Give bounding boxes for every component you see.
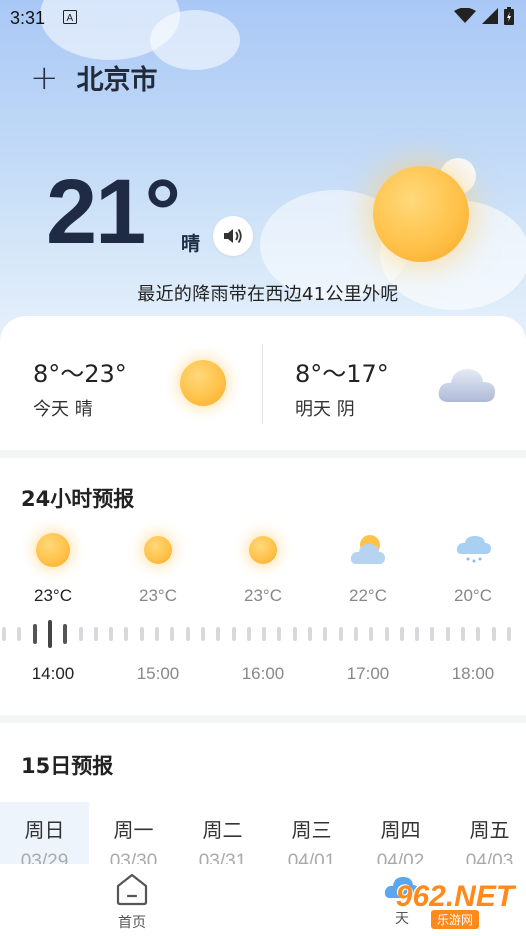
slider-tick <box>476 627 480 641</box>
status-time: 3:31 <box>10 7 46 28</box>
today-summary[interactable]: 8°～23° 今天 晴 <box>0 316 262 452</box>
keyboard-indicator-icon: A <box>63 8 78 29</box>
hour-time: 18:00 <box>451 664 495 683</box>
section-gap <box>0 450 526 458</box>
forecast15-title: 15日预报 <box>21 754 114 778</box>
hour-temp: 23°C <box>139 586 177 605</box>
watermark-text: 962.NET <box>395 879 515 913</box>
hour-time: 14:00 <box>31 664 75 683</box>
tomorrow-label: 明天 阴 <box>295 399 355 420</box>
hour-temp: 23°C <box>244 586 282 605</box>
slider-tick <box>109 627 113 641</box>
forecast-day-name: 周日 <box>24 818 65 842</box>
nav-home[interactable]: 首页 <box>102 872 162 932</box>
slider-tick <box>247 627 251 641</box>
watermark-logo: 962.NET 乐游网 <box>388 876 522 932</box>
status-bar: 3:31 A <box>0 0 526 36</box>
sun-icon <box>249 536 277 564</box>
slider-tick <box>140 627 144 641</box>
forecast-day-name: 周五 <box>469 818 510 842</box>
slider-tick <box>415 627 419 641</box>
tomorrow-range: 8°～17° <box>295 360 389 388</box>
forecast-day-name: 周三 <box>291 818 332 842</box>
forecast-day[interactable]: 周二 03/31 <box>178 802 267 872</box>
hour-time: 15:00 <box>136 664 180 683</box>
slider-tick <box>2 627 6 641</box>
slider-tick <box>33 624 37 644</box>
sun-icon <box>180 360 226 406</box>
slider-tick <box>354 627 358 641</box>
slider-tick <box>63 624 67 644</box>
slider-tick <box>385 627 389 641</box>
sun-icon <box>373 166 469 262</box>
cloud-snow-icon <box>456 536 491 563</box>
tomorrow-summary[interactable]: 8°～17° 明天 阴 <box>263 316 526 452</box>
forecast-day[interactable]: 周五 04/03 <box>445 802 526 872</box>
hour-temp: 20°C <box>454 586 492 605</box>
daily-summary-card: 8°～23° 今天 晴 8°～17° 明天 阴 <box>0 316 526 452</box>
slider-tick <box>400 627 404 641</box>
slider-tick <box>262 627 266 641</box>
speaker-icon <box>224 228 242 244</box>
slider-tick <box>170 627 174 641</box>
forecast-day-name: 周四 <box>380 818 421 842</box>
slider-tick <box>17 627 21 641</box>
slider-tick <box>323 627 327 641</box>
slider-tick <box>308 627 312 641</box>
hour-temp: 23°C <box>34 586 72 605</box>
cloud-icon <box>438 369 495 402</box>
forecast-day-name: 周二 <box>202 818 243 842</box>
slider-tick <box>216 627 220 641</box>
slider-tick <box>293 627 297 641</box>
slider-tick <box>155 627 159 641</box>
hour-time: 16:00 <box>241 664 285 683</box>
slider-tick <box>339 627 343 641</box>
rain-note: 最近的降雨带在西边41公里外呢 <box>137 284 399 305</box>
battery-charging-icon <box>504 6 514 30</box>
forecast-day-name: 周一 <box>113 818 154 842</box>
slider-tick <box>446 627 450 641</box>
partly-cloudy-icon <box>350 535 385 564</box>
slider-tick <box>124 627 128 641</box>
nav-home-label: 首页 <box>118 915 146 931</box>
slider-tick <box>201 627 205 641</box>
wifi-icon <box>454 7 476 29</box>
hour-scroll-slider[interactable] <box>0 618 526 650</box>
city-name: 北京市 <box>76 65 158 96</box>
slider-tick <box>277 627 281 641</box>
watermark-sub: 乐游网 <box>430 909 479 929</box>
today-label: 今天 晴 <box>33 399 93 420</box>
forecast-day[interactable]: 周一 03/30 <box>89 802 178 872</box>
hourly-title: 24小时预报 <box>21 487 135 511</box>
slider-tick <box>430 627 434 641</box>
hour-time: 17:00 <box>346 664 390 683</box>
slider-tick <box>461 627 465 641</box>
signal-icon <box>482 7 498 29</box>
sun-icon <box>144 536 172 564</box>
today-range: 8°～23° <box>33 360 127 388</box>
home-icon <box>116 873 148 906</box>
current-condition: 晴 <box>181 233 201 255</box>
city-selector[interactable]: + 北京市 <box>30 58 158 97</box>
forecast-day[interactable]: 周四 04/02 <box>356 802 445 872</box>
slider-tick <box>232 627 236 641</box>
current-temperature: 21° <box>46 161 181 263</box>
slider-tick <box>186 627 190 641</box>
sun-icon <box>36 533 70 567</box>
forecast-day[interactable]: 周三 04/01 <box>267 802 356 872</box>
svg-text:A: A <box>67 13 74 24</box>
slider-tick <box>48 620 52 648</box>
slider-tick <box>492 627 496 641</box>
voice-broadcast-button[interactable] <box>213 216 253 256</box>
hour-temp: 22°C <box>349 586 387 605</box>
forecast-day[interactable]: 周日 03/29 <box>0 802 89 872</box>
slider-tick <box>79 627 83 641</box>
slider-tick <box>94 627 98 641</box>
slider-tick <box>507 627 511 641</box>
add-city-icon[interactable]: + <box>30 61 59 95</box>
slider-tick <box>369 627 373 641</box>
section-gap <box>0 715 526 723</box>
